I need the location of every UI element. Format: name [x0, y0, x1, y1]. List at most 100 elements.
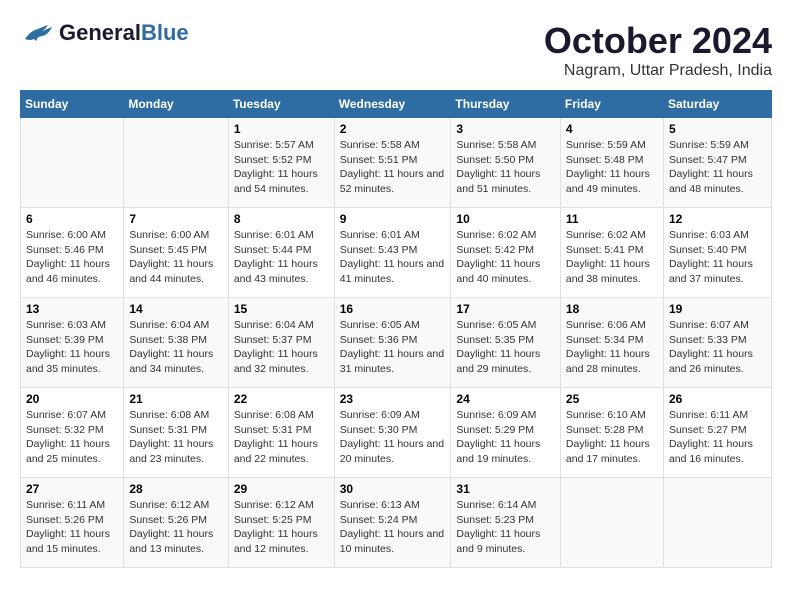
- day-number: 24: [456, 392, 554, 406]
- cell-content: Sunrise: 5:59 AMSunset: 5:48 PMDaylight:…: [566, 138, 658, 197]
- cell-content: Sunrise: 6:12 AMSunset: 5:25 PMDaylight:…: [234, 498, 329, 557]
- cell-content: Sunrise: 6:06 AMSunset: 5:34 PMDaylight:…: [566, 318, 658, 377]
- day-header-monday: Monday: [124, 91, 229, 118]
- calendar-cell: 21 Sunrise: 6:08 AMSunset: 5:31 PMDayligh…: [124, 388, 229, 478]
- cell-content: Sunrise: 5:58 AMSunset: 5:51 PMDaylight:…: [340, 138, 446, 197]
- cell-content: Sunrise: 6:11 AMSunset: 5:27 PMDaylight:…: [669, 408, 766, 467]
- calendar-cell: [124, 118, 229, 208]
- calendar-cell: 7Sunrise: 6:00 AMSunset: 5:45 PMDaylight…: [124, 208, 229, 298]
- day-number: 5: [669, 122, 766, 136]
- day-header-wednesday: Wednesday: [334, 91, 451, 118]
- day-number: 12: [669, 212, 766, 226]
- title-area: October 2024 Nagram, Uttar Pradesh, Indi…: [544, 20, 772, 80]
- cell-content: Sunrise: 6:04 AMSunset: 5:37 PMDaylight:…: [234, 318, 329, 377]
- day-number: 22: [234, 392, 329, 406]
- day-header-tuesday: Tuesday: [228, 91, 334, 118]
- calendar-week-row: 6 Sunrise: 6:00 AMSunset: 5:46 PMDaylight…: [21, 208, 772, 298]
- day-number: 8: [234, 212, 329, 226]
- day-number: 10: [456, 212, 554, 226]
- calendar-cell: [560, 478, 663, 568]
- day-number: 7: [129, 212, 223, 226]
- day-number: 9: [340, 212, 446, 226]
- calendar-cell: 22 Sunrise: 6:08 AMSunset: 5:31 PMDayligh…: [228, 388, 334, 478]
- calendar-cell: 19Sunrise: 6:07 AMSunset: 5:33 PMDayligh…: [663, 298, 771, 388]
- day-number: 25: [566, 392, 658, 406]
- logo-general-text: General: [59, 20, 141, 45]
- calendar-cell: [663, 478, 771, 568]
- day-number: 13: [26, 302, 118, 316]
- cell-content: Sunrise: 6:04 AMSunset: 5:38 PMDaylight:…: [129, 318, 223, 377]
- calendar-cell: 16 Sunrise: 6:05 AMSunset: 5:36 PMDayligh…: [334, 298, 451, 388]
- calendar-cell: 20 Sunrise: 6:07 AMSunset: 5:32 PMDayligh…: [21, 388, 124, 478]
- day-header-friday: Friday: [560, 91, 663, 118]
- day-number: 23: [340, 392, 446, 406]
- cell-content: Sunrise: 6:08 AMSunset: 5:31 PMDaylight:…: [129, 408, 223, 467]
- day-number: 18: [566, 302, 658, 316]
- calendar-week-row: 13 Sunrise: 6:03 AMSunset: 5:39 PMDayligh…: [21, 298, 772, 388]
- day-number: 26: [669, 392, 766, 406]
- calendar-cell: 8 Sunrise: 6:01 AMSunset: 5:44 PMDaylight…: [228, 208, 334, 298]
- day-number: 2: [340, 122, 446, 136]
- cell-content: Sunrise: 6:05 AMSunset: 5:35 PMDaylight:…: [456, 318, 554, 377]
- day-number: 30: [340, 482, 446, 496]
- day-number: 21: [129, 392, 223, 406]
- calendar-week-row: 1 Sunrise: 5:57 AMSunset: 5:52 PMDaylight…: [21, 118, 772, 208]
- cell-content: Sunrise: 6:07 AMSunset: 5:33 PMDaylight:…: [669, 318, 766, 377]
- day-number: 11: [566, 212, 658, 226]
- day-header-sunday: Sunday: [21, 91, 124, 118]
- calendar-cell: 9 Sunrise: 6:01 AMSunset: 5:43 PMDaylight…: [334, 208, 451, 298]
- cell-content: Sunrise: 6:00 AMSunset: 5:46 PMDaylight:…: [26, 228, 118, 287]
- calendar-table: SundayMondayTuesdayWednesdayThursdayFrid…: [20, 90, 772, 568]
- cell-content: Sunrise: 6:03 AMSunset: 5:39 PMDaylight:…: [26, 318, 118, 377]
- cell-content: Sunrise: 6:02 AMSunset: 5:42 PMDaylight:…: [456, 228, 554, 287]
- logo: GeneralBlue: [20, 20, 189, 46]
- cell-content: Sunrise: 6:08 AMSunset: 5:31 PMDaylight:…: [234, 408, 329, 467]
- cell-content: Sunrise: 6:07 AMSunset: 5:32 PMDaylight:…: [26, 408, 118, 467]
- calendar-cell: [21, 118, 124, 208]
- calendar-cell: 4 Sunrise: 5:59 AMSunset: 5:48 PMDaylight…: [560, 118, 663, 208]
- calendar-cell: 23Sunrise: 6:09 AMSunset: 5:30 PMDayligh…: [334, 388, 451, 478]
- cell-content: Sunrise: 6:09 AMSunset: 5:29 PMDaylight:…: [456, 408, 554, 467]
- cell-content: Sunrise: 5:58 AMSunset: 5:50 PMDaylight:…: [456, 138, 554, 197]
- day-number: 4: [566, 122, 658, 136]
- cell-content: Sunrise: 6:01 AMSunset: 5:43 PMDaylight:…: [340, 228, 446, 287]
- calendar-cell: 17Sunrise: 6:05 AMSunset: 5:35 PMDayligh…: [451, 298, 560, 388]
- day-number: 1: [234, 122, 329, 136]
- cell-content: Sunrise: 6:10 AMSunset: 5:28 PMDaylight:…: [566, 408, 658, 467]
- calendar-cell: 28 Sunrise: 6:12 AMSunset: 5:26 PMDayligh…: [124, 478, 229, 568]
- calendar-cell: 10 Sunrise: 6:02 AMSunset: 5:42 PMDayligh…: [451, 208, 560, 298]
- cell-content: Sunrise: 6:01 AMSunset: 5:44 PMDaylight:…: [234, 228, 329, 287]
- calendar-cell: 13 Sunrise: 6:03 AMSunset: 5:39 PMDayligh…: [21, 298, 124, 388]
- page-header: GeneralBlue October 2024 Nagram, Uttar P…: [20, 20, 772, 80]
- cell-content: Sunrise: 5:57 AMSunset: 5:52 PMDaylight:…: [234, 138, 329, 197]
- calendar-cell: 27Sunrise: 6:11 AMSunset: 5:26 PMDayligh…: [21, 478, 124, 568]
- calendar-cell: 26 Sunrise: 6:11 AMSunset: 5:27 PMDayligh…: [663, 388, 771, 478]
- day-number: 20: [26, 392, 118, 406]
- month-title: October 2024: [544, 20, 772, 62]
- cell-content: Sunrise: 6:02 AMSunset: 5:41 PMDaylight:…: [566, 228, 658, 287]
- calendar-cell: 6 Sunrise: 6:00 AMSunset: 5:46 PMDaylight…: [21, 208, 124, 298]
- calendar-cell: 2 Sunrise: 5:58 AMSunset: 5:51 PMDaylight…: [334, 118, 451, 208]
- day-number: 29: [234, 482, 329, 496]
- calendar-cell: 3 Sunrise: 5:58 AMSunset: 5:50 PMDaylight…: [451, 118, 560, 208]
- day-number: 15: [234, 302, 329, 316]
- calendar-cell: 1 Sunrise: 5:57 AMSunset: 5:52 PMDaylight…: [228, 118, 334, 208]
- logo-blue-text: Blue: [141, 20, 189, 45]
- logo-bird-icon: [20, 21, 55, 46]
- cell-content: Sunrise: 5:59 AMSunset: 5:47 PMDaylight:…: [669, 138, 766, 197]
- day-header-thursday: Thursday: [451, 91, 560, 118]
- cell-content: Sunrise: 6:12 AMSunset: 5:26 PMDaylight:…: [129, 498, 223, 557]
- cell-content: Sunrise: 6:05 AMSunset: 5:36 PMDaylight:…: [340, 318, 446, 377]
- calendar-week-row: 20 Sunrise: 6:07 AMSunset: 5:32 PMDayligh…: [21, 388, 772, 478]
- day-number: 3: [456, 122, 554, 136]
- calendar-cell: 24 Sunrise: 6:09 AMSunset: 5:29 PMDayligh…: [451, 388, 560, 478]
- day-number: 6: [26, 212, 118, 226]
- day-number: 28: [129, 482, 223, 496]
- calendar-cell: 29 Sunrise: 6:12 AMSunset: 5:25 PMDayligh…: [228, 478, 334, 568]
- calendar-cell: 31Sunrise: 6:14 AMSunset: 5:23 PMDayligh…: [451, 478, 560, 568]
- day-number: 27: [26, 482, 118, 496]
- calendar-cell: 30Sunrise: 6:13 AMSunset: 5:24 PMDayligh…: [334, 478, 451, 568]
- day-number: 31: [456, 482, 554, 496]
- day-number: 16: [340, 302, 446, 316]
- calendar-week-row: 27Sunrise: 6:11 AMSunset: 5:26 PMDayligh…: [21, 478, 772, 568]
